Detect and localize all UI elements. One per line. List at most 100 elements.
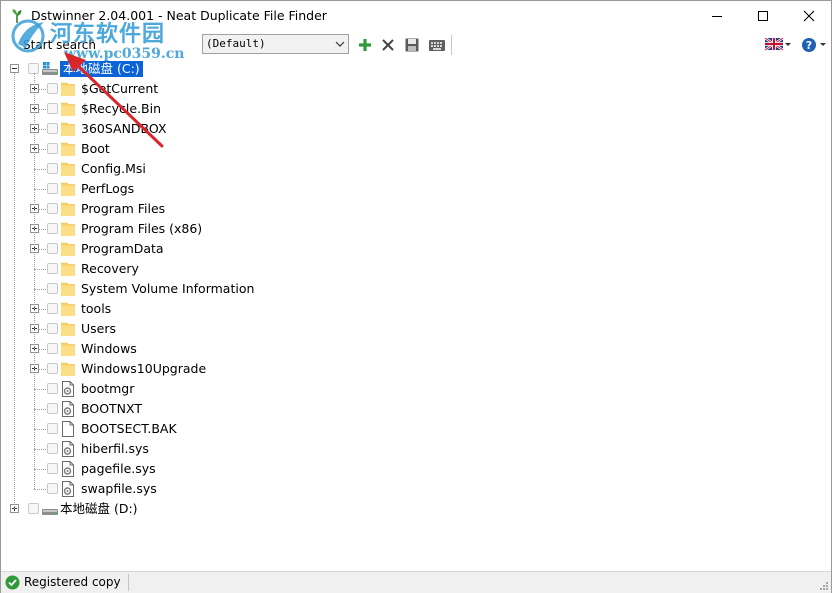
tree-folder-row[interactable]: Program Files (x86) xyxy=(2,219,822,239)
tree-checkbox[interactable] xyxy=(47,363,58,374)
chevron-down-icon xyxy=(335,41,345,47)
tree-folder-row[interactable]: PerfLogs xyxy=(2,179,822,199)
tree-file-row[interactable]: BOOTSECT.BAK xyxy=(2,419,822,439)
tree-file-row[interactable]: swapfile.sys xyxy=(2,479,822,499)
hard-drive-icon xyxy=(42,509,58,515)
tree-connector xyxy=(34,449,46,450)
tree-checkbox[interactable] xyxy=(47,203,58,214)
toolbar: Start search (Default) ? xyxy=(1,32,831,58)
tree-checkbox[interactable] xyxy=(47,483,58,494)
tree-connector xyxy=(34,489,46,490)
tree-item-label: BOOTNXT xyxy=(81,401,142,416)
title-bar[interactable]: Dstwinner 2.04.001 - Neat Duplicate File… xyxy=(1,1,831,31)
tree-checkbox[interactable] xyxy=(47,343,58,354)
tree-checkbox[interactable] xyxy=(47,403,58,414)
tree-folder-row[interactable]: 360SANDBOX xyxy=(2,119,822,139)
tree-folder-row[interactable]: Boot xyxy=(2,139,822,159)
tree-connector xyxy=(34,429,46,430)
window-title: Dstwinner 2.04.001 - Neat Duplicate File… xyxy=(31,8,327,23)
folder-icon xyxy=(61,142,75,156)
tree-checkbox[interactable] xyxy=(47,303,58,314)
tree-drive-row[interactable]: 本地磁盘 (C:) xyxy=(2,59,822,79)
x-icon xyxy=(382,39,394,51)
language-button[interactable] xyxy=(764,37,793,52)
tree-checkbox[interactable] xyxy=(47,103,58,114)
tree-folder-row[interactable]: ProgramData xyxy=(2,239,822,259)
tree-checkbox[interactable] xyxy=(47,323,58,334)
resize-grip-icon[interactable] xyxy=(818,580,828,590)
tree-item-label: Config.Msi xyxy=(81,161,146,176)
folder-icon xyxy=(61,182,75,196)
tree-checkbox[interactable] xyxy=(47,143,58,154)
tree-connector xyxy=(34,169,46,170)
tree-checkbox[interactable] xyxy=(47,83,58,94)
tree-checkbox[interactable] xyxy=(47,283,58,294)
tree-connector xyxy=(34,409,46,410)
svg-text:?: ? xyxy=(806,39,812,52)
tree-item-label: PerfLogs xyxy=(81,181,135,196)
tree-checkbox[interactable] xyxy=(47,223,58,234)
system-file-icon xyxy=(62,481,74,497)
tree-file-row[interactable]: bootmgr xyxy=(2,379,822,399)
remove-profile-button[interactable] xyxy=(379,36,397,54)
folder-tree[interactable]: 本地磁盘 (C:) $GetCurrent $Recycle.Bin 360SANDB… xyxy=(2,59,830,569)
maximize-button[interactable] xyxy=(740,1,786,31)
tree-checkbox[interactable] xyxy=(47,423,58,434)
close-icon xyxy=(803,10,815,22)
tree-checkbox[interactable] xyxy=(47,183,58,194)
tree-checkbox[interactable] xyxy=(47,443,58,454)
tree-connector xyxy=(34,73,35,489)
tree-item-label: Users xyxy=(81,321,117,336)
tree-folder-row[interactable]: $Recycle.Bin xyxy=(2,99,822,119)
minimize-button[interactable] xyxy=(694,1,740,31)
tree-checkbox[interactable] xyxy=(47,123,58,134)
tree-folder-row[interactable]: Windows xyxy=(2,339,822,359)
tree-item-label: Program Files (x86) xyxy=(81,221,203,236)
profile-dropdown[interactable]: (Default) xyxy=(202,34,349,54)
tree-checkbox[interactable] xyxy=(47,383,58,394)
minimize-icon xyxy=(712,16,722,17)
tree-folder-row[interactable]: tools xyxy=(2,299,822,319)
tree-folder-row[interactable]: Config.Msi xyxy=(2,159,822,179)
system-file-icon xyxy=(62,461,74,477)
help-button[interactable]: ? xyxy=(801,36,829,54)
tree-checkbox[interactable] xyxy=(47,263,58,274)
tree-drive-row[interactable]: 本地磁盘 (D:) xyxy=(2,499,822,519)
tree-folder-row[interactable]: $GetCurrent xyxy=(2,79,822,99)
folder-icon xyxy=(61,122,75,136)
check-circle-icon xyxy=(5,575,20,590)
tree-file-row[interactable]: BOOTNXT xyxy=(2,399,822,419)
keyboard-icon xyxy=(429,40,445,51)
collapse-toggle[interactable] xyxy=(10,64,19,73)
floppy-icon xyxy=(405,38,419,52)
tree-checkbox[interactable] xyxy=(28,503,39,514)
tree-file-row[interactable]: pagefile.sys xyxy=(2,459,822,479)
system-file-icon xyxy=(62,381,74,397)
start-search-button[interactable]: Start search xyxy=(23,36,96,54)
tree-folder-row[interactable]: Windows10Upgrade xyxy=(2,359,822,379)
tree-checkbox[interactable] xyxy=(47,243,58,254)
tree-folder-row[interactable]: Program Files xyxy=(2,199,822,219)
tree-checkbox[interactable] xyxy=(47,463,58,474)
tree-checkbox[interactable] xyxy=(47,163,58,174)
add-profile-button[interactable] xyxy=(356,36,374,54)
status-text: Registered copy xyxy=(24,575,121,589)
profile-dropdown-value: (Default) xyxy=(206,37,266,50)
tree-item-label: Boot xyxy=(81,141,110,156)
close-button[interactable] xyxy=(786,1,832,31)
tree-connector xyxy=(34,469,46,470)
save-profile-button[interactable] xyxy=(403,36,421,54)
tree-item-label: pagefile.sys xyxy=(81,461,156,476)
keyboard-button[interactable] xyxy=(428,36,446,54)
tree-item-label: Recovery xyxy=(81,261,139,276)
system-file-icon xyxy=(62,441,74,457)
status-bar: Registered copy xyxy=(1,571,831,593)
tree-item-label: swapfile.sys xyxy=(81,481,157,496)
tree-folder-row[interactable]: Recovery xyxy=(2,259,822,279)
tree-item-label: System Volume Information xyxy=(81,281,255,296)
tree-folder-row[interactable]: Users xyxy=(2,319,822,339)
tree-item-label: 本地磁盘 (D:) xyxy=(60,501,138,516)
toolbar-divider xyxy=(451,35,452,55)
tree-folder-row[interactable]: System Volume Information xyxy=(2,279,822,299)
tree-file-row[interactable]: hiberfil.sys xyxy=(2,439,822,459)
